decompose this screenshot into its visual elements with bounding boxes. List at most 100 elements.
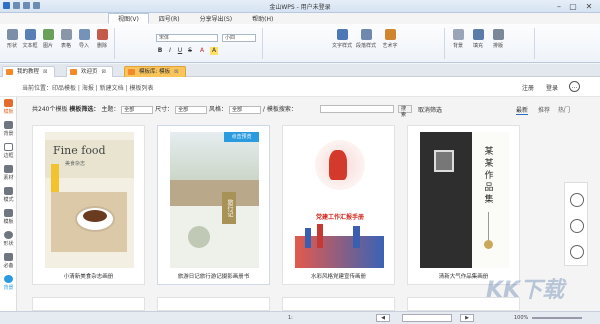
filter-label: 模板筛选： [69,106,100,113]
register-link[interactable]: 注册 [522,83,534,92]
template-card[interactable]: Fine food 美食杂志 小清新美食杂志画册 [32,125,145,285]
template-card[interactable]: 某某作品集 清新大气作品集画册 [407,125,520,285]
sort-newest[interactable]: 最新 [516,105,529,115]
search-button[interactable]: 搜索 [398,105,412,118]
paragraph-icon [360,29,372,40]
document-tabs: 我的教程 ⊠ 欢迎页 ⊠ 模板库: 模板 ⊠ [0,64,600,77]
maximize-button[interactable]: ▢ [566,1,580,12]
template-caption: 旅游日记旅行游记摄影画册书 [177,274,250,280]
font-size-select[interactable]: 小四 [222,34,256,42]
next-page-button[interactable]: ▶ [460,314,474,322]
sidebar-item-background[interactable]: 背景 [1,119,16,138]
grid-icon [4,187,13,195]
background-icon [452,29,464,40]
window-title: 金山WPS - 用户未登录 [269,4,331,11]
delete-button[interactable]: 删除 [94,27,110,60]
wechat-icon[interactable] [570,219,584,233]
shape-icon [6,29,18,40]
chat-icon[interactable]: … [569,81,580,92]
sidebar-item-bg[interactable]: 背景 [1,273,16,292]
size-label: 尺寸： [155,106,174,113]
ribbon-separator [114,28,115,59]
topic-label: 主题： [101,106,120,113]
ribbon-separator [444,28,445,59]
watermark: KK下载 [486,278,565,303]
tab-icon [70,69,77,75]
strikethrough-button[interactable]: S [186,47,194,55]
text-style-button[interactable]: 文字样式 [332,27,352,60]
template-icon [4,99,13,107]
topic-select[interactable]: 全部 [121,105,154,114]
image-icon [42,29,54,40]
search-input[interactable] [320,105,394,113]
sort-popular[interactable]: 热门 [558,105,570,114]
layout-button[interactable]: 排版 [490,27,506,60]
highlight-button[interactable]: A [210,47,218,55]
tab-help[interactable]: 帮助(H) [242,13,283,24]
cancel-filter-link[interactable]: 取消筛选 [418,105,442,114]
doc-tab-tutorial[interactable]: 我的教程 ⊠ [2,66,55,77]
font-name-select[interactable]: 宋体 [156,34,218,42]
background-button[interactable]: 背景 [450,27,466,60]
fill-bucket-icon [472,29,484,40]
preview-badge[interactable]: 点击预览 [224,132,259,142]
close-tab-icon[interactable]: ⊠ [43,69,48,75]
star-icon [4,253,13,261]
template-card[interactable]: 党建工作汇报手册 水彩风格党建宣传画册 [282,125,395,285]
tab-print[interactable]: 四号(R) [149,13,190,24]
style-label: 风格： [209,106,228,113]
minimize-button[interactable]: – [552,1,566,12]
sidebar-item-shape[interactable]: 形状 [1,229,16,248]
login-link[interactable]: 登录 [546,83,558,92]
close-tab-icon[interactable]: ⊠ [102,69,107,75]
qq-icon[interactable] [570,193,584,207]
italic-button[interactable]: I [166,47,174,55]
sidebar-item-mode[interactable]: 模式 [1,185,16,204]
sidebar-item-essential[interactable]: 必备 [1,251,16,270]
support-icon[interactable] [570,245,584,259]
page-select[interactable] [402,314,452,322]
sidebar-item-layout[interactable]: 模板 [1,207,16,226]
fill-button[interactable]: 填充 [470,27,486,60]
sidebar-item-material[interactable]: 素材 [1,163,16,182]
ribbon-separator [262,28,263,59]
template-thumbnail: 某某作品集 [420,132,509,268]
sidebar-item-template[interactable]: 模板 [1,97,16,116]
underline-button[interactable]: U [176,47,184,55]
style-select[interactable]: 全部 [228,105,261,114]
cover-title: 某某作品集 [484,147,494,205]
close-button[interactable]: ✕ [582,1,596,12]
sidebar-item-border[interactable]: 边框 [1,141,16,160]
page-indicator: 1: [288,315,293,321]
circle-icon [4,275,13,283]
flower-icon [4,165,13,173]
tab-icon [6,69,13,75]
template-card[interactable]: 旅行记 点击预览 旅游日记旅行游记摄影画册书 [157,125,270,285]
doc-tab-template-library[interactable]: 模板库: 模板 ⊠ [124,66,186,77]
cover-title: 旅行记 [222,192,236,224]
bold-button[interactable]: B [156,47,164,55]
status-bar: 1: ◀ ▶ 100% [0,311,600,324]
font-color-button[interactable]: A [198,47,206,55]
cover-subtitle: 美食杂志 [65,161,86,167]
zoom-slider[interactable] [532,317,582,319]
zoom-level: 100% [514,315,529,321]
close-tab-icon[interactable]: ⊠ [174,69,179,75]
prev-page-button[interactable]: ◀ [376,314,390,322]
template-caption: 小清新美食杂志画册 [63,274,114,280]
size-select[interactable]: 全部 [175,105,208,114]
wordart-button[interactable]: 艺术字 [382,27,398,60]
cover-title: 党建工作汇报手册 [315,214,364,221]
template-caption: 水彩风格党建宣传画册 [310,274,366,280]
page-icon [4,209,13,217]
doc-tab-welcome[interactable]: 欢迎页 ⊠ [66,66,114,77]
right-float-bar [564,182,588,266]
sort-recommended[interactable]: 推荐 [538,105,550,114]
paragraph-style-button[interactable]: 段落样式 [356,27,376,60]
text-style-icon [336,29,348,40]
tab-view[interactable]: 视图(V) [108,13,149,24]
template-thumbnail: 党建工作汇报手册 [295,132,384,268]
tab-share-export[interactable]: 分享导出(S) [190,13,243,24]
ribbon-separator [534,28,535,59]
page-header: 当前位置：印品模板 | 海报 | 新建文档 | 模板列表 注册 登录 … [0,77,600,97]
